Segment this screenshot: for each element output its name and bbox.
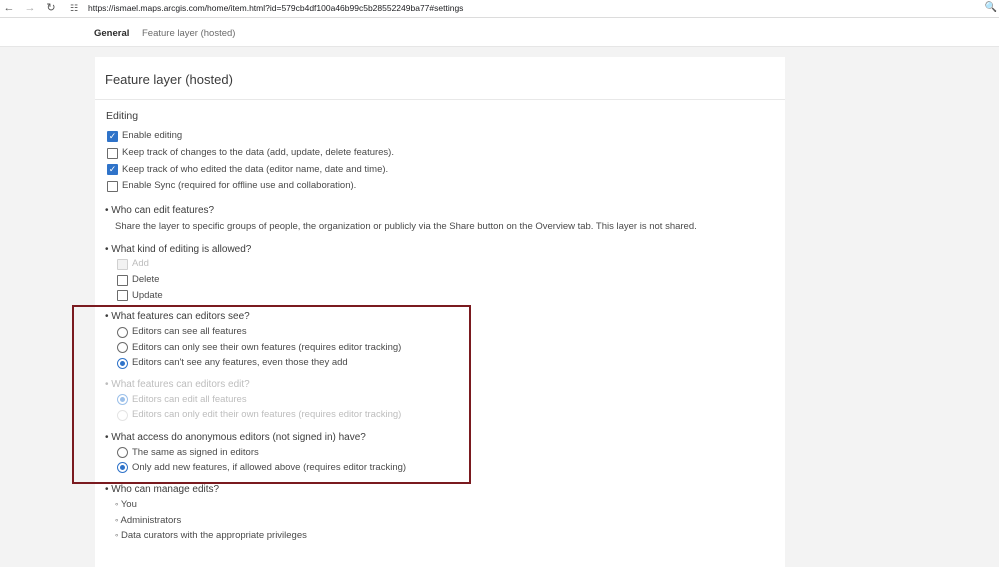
- see-all-features-label: Editors can see all features: [132, 326, 247, 337]
- tab-feature-layer[interactable]: Feature layer (hosted): [142, 28, 235, 39]
- who-can-edit-answer: Share the layer to specific groups of pe…: [115, 221, 697, 232]
- kind-of-editing-question: • What kind of editing is allowed?: [105, 244, 252, 255]
- who-can-edit-question: • Who can edit features?: [105, 205, 215, 216]
- manage-edits-item: ◦ Administrators: [115, 515, 182, 526]
- see-all-features-radio[interactable]: [117, 327, 128, 338]
- same-as-signed-in-label: The same as signed in editors: [132, 447, 259, 458]
- track-editors-checkbox[interactable]: ✓: [107, 164, 118, 175]
- add-label: Add: [132, 258, 149, 269]
- back-arrow-icon[interactable]: ←: [3, 2, 15, 14]
- settings-card: Feature layer (hosted) Editing ✓ Enable …: [95, 57, 785, 567]
- features-see-question: • What features can editors see?: [105, 311, 250, 322]
- enable-sync-checkbox[interactable]: [107, 181, 118, 192]
- editing-heading: Editing: [106, 110, 139, 122]
- only-add-new-label: Only add new features, if allowed above …: [132, 462, 407, 473]
- item-tabs: General Feature layer (hosted): [0, 18, 999, 47]
- divider: [95, 99, 785, 100]
- update-label: Update: [132, 290, 163, 301]
- manage-edits-question: • Who can manage edits?: [105, 484, 220, 495]
- delete-checkbox[interactable]: [117, 275, 128, 286]
- see-own-features-radio[interactable]: [117, 342, 128, 353]
- track-changes-checkbox[interactable]: [107, 148, 118, 159]
- see-own-features-label: Editors can only see their own features …: [132, 342, 402, 353]
- enable-editing-checkbox[interactable]: ✓: [107, 131, 118, 142]
- forward-arrow-icon[interactable]: →: [24, 2, 36, 14]
- only-add-new-radio[interactable]: [117, 462, 128, 473]
- card-title: Feature layer (hosted): [105, 72, 233, 87]
- address-bar[interactable]: https://ismael.maps.arcgis.com/home/item…: [88, 3, 463, 13]
- edit-own-features-radio[interactable]: [117, 410, 128, 421]
- browser-toolbar: ← → ↻ ☷ https://ismael.maps.arcgis.com/h…: [0, 0, 999, 18]
- anonymous-access-question: • What access do anonymous editors (not …: [105, 432, 366, 443]
- enable-sync-label: Enable Sync (required for offline use an…: [122, 180, 357, 191]
- enable-editing-label: Enable editing: [122, 130, 183, 141]
- same-as-signed-in-radio[interactable]: [117, 447, 128, 458]
- edit-all-features-radio[interactable]: [117, 394, 128, 405]
- see-no-features-radio[interactable]: [117, 358, 128, 369]
- site-settings-icon[interactable]: ☷: [70, 3, 78, 14]
- features-edit-question: • What features can editors edit?: [105, 379, 250, 390]
- update-checkbox[interactable]: [117, 290, 128, 301]
- manage-edits-item: ◦ You: [115, 499, 137, 510]
- tab-general[interactable]: General: [94, 28, 129, 39]
- reload-icon[interactable]: ↻: [45, 2, 57, 14]
- manage-edits-item: ◦ Data curators with the appropriate pri…: [115, 530, 307, 541]
- track-editors-label: Keep track of who edited the data (edito…: [122, 164, 389, 175]
- see-no-features-label: Editors can't see any features, even tho…: [132, 357, 348, 368]
- add-checkbox[interactable]: [117, 259, 128, 270]
- delete-label: Delete: [132, 274, 160, 285]
- edit-all-features-label: Editors can edit all features: [132, 394, 247, 405]
- track-changes-label: Keep track of changes to the data (add, …: [122, 147, 394, 158]
- zoom-icon[interactable]: 🔍: [985, 2, 997, 13]
- edit-own-features-label: Editors can only edit their own features…: [132, 409, 402, 420]
